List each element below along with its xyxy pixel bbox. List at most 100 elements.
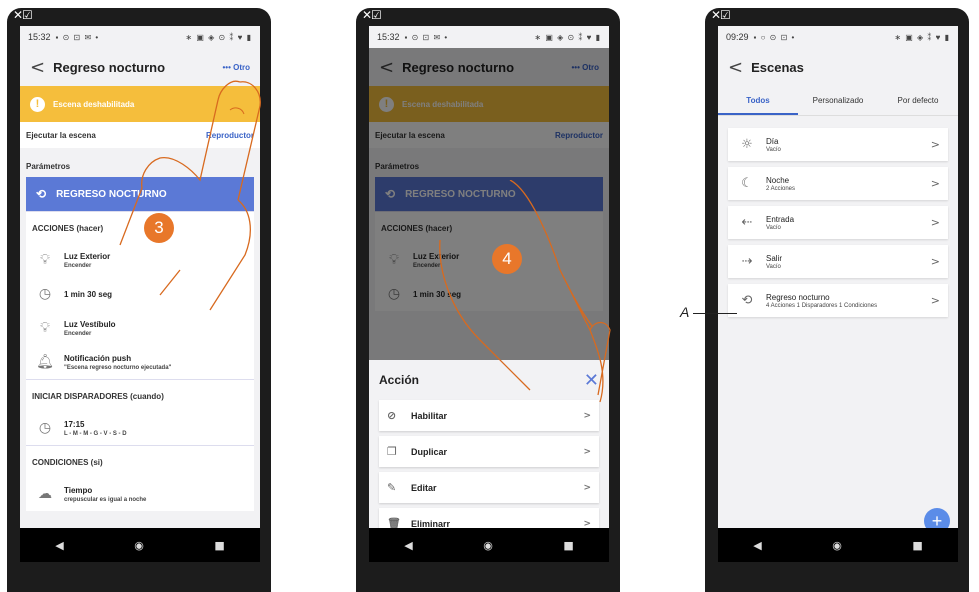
close-icon[interactable]: ✕ xyxy=(584,370,599,391)
action-bottom-sheet: Acción ✕ ⊘ Habilitar > ❐ Duplicar > ✎ Ed… xyxy=(369,360,609,552)
action-item[interactable]: 💡︎ Luz Vestíbulo Encender xyxy=(26,311,254,345)
scene-name: Noche xyxy=(766,175,790,185)
phone-action-sheet: ✕☑ 15:32 ▪ ⊙ ⊡ ✉ • ∗ ▣ ◈ ⊙ ⁑ ♥ ▮ < Regre… xyxy=(356,8,620,592)
scenes-list-screen: 09:29 ▪ ○ ⊙ ⊡ • ∗ ▣ ◈ ⁑ ♥ ▮ < Escenas To… xyxy=(718,26,958,552)
warning-icon: ! xyxy=(30,96,45,112)
player-link[interactable]: Reproductor xyxy=(206,131,254,140)
duplicate-button[interactable]: ❐ Duplicar > xyxy=(379,436,599,467)
scene-icon: ⟲ xyxy=(741,293,753,308)
action-sheet-screen: 15:32 ▪ ⊙ ⊡ ✉ • ∗ ▣ ◈ ⊙ ⁑ ♥ ▮ < Regreso … xyxy=(369,26,609,552)
chevron-right-icon: > xyxy=(583,446,591,457)
scene-row-exit[interactable]: ⇢ Salir Vacío > xyxy=(728,245,948,278)
scene-row-entry[interactable]: ⇠ Entrada Vacío > xyxy=(728,206,948,239)
clock-icon: ◷ xyxy=(38,286,52,302)
chevron-right-icon: > xyxy=(930,216,940,229)
sun-icon: ☼ xyxy=(741,137,753,152)
run-scene-row: Ejecutar la escena Reproductor xyxy=(20,122,260,148)
android-nav-bar: ◀ ◉ ■ xyxy=(369,528,609,562)
nav-recent-icon[interactable]: ■ xyxy=(563,539,573,552)
copy-icon: ❐ xyxy=(387,445,397,458)
moon-icon: ☾ xyxy=(741,176,753,191)
scene-desc: Vacío xyxy=(766,224,781,231)
edit-label: Editar xyxy=(411,482,437,493)
enable-button[interactable]: ⊘ Habilitar > xyxy=(379,400,599,431)
status-right-icons: ∗ ▣ ◈ ⊙ ⁑ ♥ ▮ xyxy=(534,32,601,42)
scene-row-night[interactable]: ☾ Noche 2 Acciones > xyxy=(728,167,948,200)
banner-text: Escena deshabilitada xyxy=(53,99,135,109)
scene-desc: Vacío xyxy=(766,263,781,270)
nav-recent-icon[interactable]: ■ xyxy=(214,539,224,552)
close-expand-icon: ✕☑ xyxy=(362,8,382,22)
nav-back-icon[interactable]: ◀ xyxy=(55,539,63,552)
tab-default[interactable]: Por defecto xyxy=(878,86,958,115)
step-4-badge: 4 xyxy=(492,244,522,274)
parameters-label: Parámetros xyxy=(26,162,71,171)
scene-name: Salir xyxy=(766,253,783,263)
sheet-title: Acción xyxy=(379,373,420,387)
action-title: Notificación push xyxy=(64,353,132,363)
status-bar: 09:29 ▪ ○ ⊙ ⊡ • ∗ ▣ ◈ ⁑ ♥ ▮ xyxy=(718,26,958,48)
action-item[interactable]: ◷ 1 min 30 seg xyxy=(26,277,254,311)
duplicate-label: Duplicar xyxy=(411,446,448,457)
status-right-icons: ∗ ▣ ◈ ⊙ ⁑ ♥ ▮ xyxy=(185,32,252,42)
trigger-item[interactable]: ◷ 17:15 L - M - M - G - V - S - D xyxy=(26,411,254,445)
condition-item[interactable]: ☁ Tiempo crepuscular es igual a noche xyxy=(26,477,254,511)
chevron-right-icon: > xyxy=(930,177,940,190)
nav-recent-icon[interactable]: ■ xyxy=(912,539,922,552)
scene-icon: ⟲ xyxy=(36,187,47,201)
nav-home-icon[interactable]: ◉ xyxy=(483,539,493,552)
scene-desc: 4 Acciones 1 Disparadores 1 Condiciones xyxy=(766,302,878,309)
condition-title: Tiempo xyxy=(64,485,93,495)
status-bar: 15:32 ▪ ⊙ ⊡ ✉ • ∗ ▣ ◈ ⊙ ⁑ ♥ ▮ xyxy=(20,26,260,48)
scene-name: Día xyxy=(766,136,779,146)
nav-home-icon[interactable]: ◉ xyxy=(832,539,842,552)
bell-icon: 🔔︎ xyxy=(36,354,54,370)
weather-icon: ☁ xyxy=(38,486,52,502)
chevron-right-icon: > xyxy=(930,294,940,307)
pencil-icon: ✎ xyxy=(387,481,397,494)
trigger-days: L - M - M - G - V - S - D xyxy=(64,430,127,437)
app-bar: < Regreso nocturno ••• Otro xyxy=(20,48,260,86)
edit-button[interactable]: ✎ Editar > xyxy=(379,472,599,503)
scene-name-header: ⟲ REGRESO NOCTURNO xyxy=(26,177,254,211)
status-time: 09:29 xyxy=(726,32,749,42)
chevron-right-icon: > xyxy=(930,255,940,268)
scene-row-night-return[interactable]: ⟲ Regreso nocturno 4 Acciones 1 Disparado… xyxy=(728,284,948,317)
nav-back-icon[interactable]: ◀ xyxy=(404,539,412,552)
close-expand-icon: ✕☑ xyxy=(711,8,731,22)
triggers-header: INICIAR DISPARADORES (cuando) xyxy=(26,379,254,411)
action-title: Luz Vestíbulo xyxy=(64,319,116,329)
home-enter-icon: ⇠ xyxy=(741,215,753,230)
tab-custom[interactable]: Personalizado xyxy=(798,86,878,115)
scene-detail-screen: 15:32 ▪ ⊙ ⊡ ✉ • ∗ ▣ ◈ ⊙ ⁑ ♥ ▮ < Regreso … xyxy=(20,26,260,552)
scene-list: ☼ Día Vacío > ☾ Noche 2 Acciones > ⇠ Entra… xyxy=(718,116,958,317)
nav-home-icon[interactable]: ◉ xyxy=(134,539,144,552)
back-arrow-icon[interactable]: < xyxy=(728,57,743,78)
status-left-icons: ▪ ⊙ ⊡ ✉ • xyxy=(55,33,100,42)
action-item[interactable]: 🔔︎ Notificación push "Escena regreso noct… xyxy=(26,345,254,379)
android-nav-bar: ◀ ◉ ■ xyxy=(20,528,260,562)
action-item[interactable]: 💡︎ Luz ExteriorEncender xyxy=(26,243,254,277)
scene-tabs: Todos Personalizado Por defecto xyxy=(718,86,958,116)
more-options-button[interactable]: ••• Otro xyxy=(222,63,250,72)
sheet-header: Acción ✕ xyxy=(369,360,609,400)
back-arrow-icon[interactable]: < xyxy=(30,57,45,78)
condition-sub: crepuscular es igual a noche xyxy=(64,496,147,503)
trigger-time: 17:15 xyxy=(64,419,85,429)
lightbulb-icon: 💡︎ xyxy=(40,320,50,336)
action-title: Luz Exterior xyxy=(64,251,111,261)
tab-all[interactable]: Todos xyxy=(718,86,798,115)
nav-back-icon[interactable]: ◀ xyxy=(753,539,761,552)
delete-label: Eliminarr xyxy=(411,518,451,529)
home-exit-icon: ⇢ xyxy=(741,254,753,269)
chevron-right-icon: > xyxy=(583,518,591,529)
actions-card: ACCIONES (hacer) 💡︎ Luz ExteriorEncender… xyxy=(26,211,254,511)
conditions-header: CONDICIONES (si) xyxy=(26,445,254,477)
scene-name: Entrada xyxy=(766,214,795,224)
step-3-badge: 3 xyxy=(144,213,174,243)
scene-desc: 2 Acciones xyxy=(766,185,796,192)
scene-row-day[interactable]: ☼ Día Vacío > xyxy=(728,128,948,161)
run-scene-label: Ejecutar la escena xyxy=(26,130,96,140)
status-left-icons: ▪ ⊙ ⊡ ✉ • xyxy=(404,33,449,42)
action-sub: Encender xyxy=(64,262,92,269)
